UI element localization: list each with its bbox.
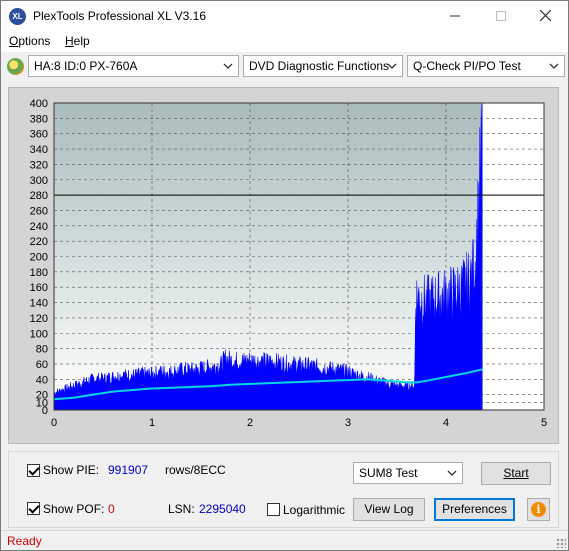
preferences-button[interactable]: Preferences: [434, 498, 515, 521]
x-tick-label: 3: [345, 417, 351, 429]
y-tick-label: 100: [30, 328, 48, 340]
app-logo-icon: XL: [9, 8, 26, 25]
show-pof-label: Show POF:: [43, 502, 105, 516]
info-icon: i: [531, 502, 546, 517]
title-bar: XL PlexTools Professional XL V3.16: [1, 1, 568, 32]
status-bar: Ready: [1, 530, 568, 550]
y-tick-label: 400: [30, 98, 48, 110]
y-tick-label: 80: [36, 344, 48, 356]
y-tick-label: 120: [30, 313, 48, 325]
minimize-button[interactable]: [432, 1, 478, 32]
y-tick-label: 180: [30, 267, 48, 279]
view-log-button-label: View Log: [364, 502, 414, 516]
x-tick-label: 2: [247, 417, 253, 429]
maximize-button[interactable]: [478, 1, 524, 32]
y-tick-label: 380: [30, 113, 48, 125]
chevron-down-icon: [549, 63, 559, 69]
close-icon: [539, 9, 551, 22]
pie-value: 991907: [108, 463, 149, 477]
x-tick-label: 5: [541, 417, 547, 429]
rows-label: rows/8ECC: [165, 463, 226, 477]
y-tick-label: 200: [30, 252, 48, 264]
y-tick-label: 240: [30, 221, 48, 233]
y-tick-label: 340: [30, 144, 48, 156]
test-select[interactable]: Q-Check PI/PO Test: [407, 55, 565, 77]
menu-help[interactable]: Help: [65, 34, 90, 48]
lsn-value: 2295040: [199, 502, 246, 516]
y-tick-label: 220: [30, 236, 48, 248]
function-select[interactable]: DVD Diagnostic Functions: [243, 55, 403, 77]
y-tick-label: 140: [30, 298, 48, 310]
x-tick-label: 0: [51, 417, 57, 429]
menu-options[interactable]: Options: [9, 34, 50, 48]
start-button[interactable]: Start: [481, 462, 551, 485]
function-select-value: DVD Diagnostic Functions: [249, 59, 390, 73]
menu-bar: Options Help: [1, 32, 568, 52]
pof-value: 0: [108, 502, 115, 516]
drive-disc-icon: [7, 58, 24, 75]
x-tick-label: 1: [149, 417, 155, 429]
y-tick-label: 320: [30, 159, 48, 171]
preferences-button-label: Preferences: [442, 502, 507, 516]
y-tick-label: 60: [36, 359, 48, 371]
drive-select[interactable]: HA:8 ID:0 PX-760A: [28, 55, 239, 77]
app-window: XL PlexTools Professional XL V3.16 Optio…: [0, 0, 569, 551]
pi-po-chart: 0102040608010012014016018020022024026028…: [30, 98, 547, 429]
show-pie-label: Show PIE:: [43, 463, 100, 477]
test-mode-select[interactable]: SUM8 Test: [353, 462, 463, 484]
menu-options-accel: O: [9, 34, 19, 48]
chevron-down-icon: [387, 63, 397, 69]
logarithmic-checkbox[interactable]: [267, 503, 280, 516]
test-mode-value: SUM8 Test: [359, 466, 418, 480]
show-pie-checkbox[interactable]: [27, 464, 40, 477]
y-tick-label: 160: [30, 282, 48, 294]
y-tick-label: 40: [36, 374, 48, 386]
y-tick-label: 260: [30, 205, 48, 217]
test-select-value: Q-Check PI/PO Test: [413, 59, 521, 73]
y-tick-label: 360: [30, 129, 48, 141]
y-tick-label: 20: [36, 390, 48, 402]
close-button[interactable]: [522, 1, 568, 32]
x-tick-label: 4: [443, 417, 449, 429]
lsn-label: LSN:: [168, 502, 195, 516]
start-button-label: Start: [503, 466, 529, 480]
menu-help-accel: H: [65, 34, 74, 48]
info-button[interactable]: i: [527, 498, 550, 521]
y-tick-label: 280: [30, 190, 48, 202]
minimize-icon: [450, 15, 460, 17]
chart-panel: 0 10 20 40 60 80 100 120 140 160 180 200 220 240 260 28…: [8, 87, 559, 444]
logarithmic-label: Logarithmic: [283, 503, 346, 517]
y-tick-label: 300: [30, 175, 48, 187]
chevron-down-icon: [223, 63, 233, 69]
view-log-button[interactable]: View Log: [353, 498, 425, 521]
resize-grip-icon[interactable]: [556, 538, 566, 548]
menu-options-label: ptions: [18, 34, 51, 48]
drive-select-value: HA:8 ID:0 PX-760A: [34, 59, 138, 73]
window-title: PlexTools Professional XL V3.16: [33, 9, 206, 23]
status-text: Ready: [7, 534, 42, 548]
chevron-down-icon: [447, 470, 457, 476]
menu-help-label: elp: [73, 34, 90, 48]
maximize-icon: [496, 11, 506, 21]
show-pof-checkbox[interactable]: [27, 502, 40, 515]
